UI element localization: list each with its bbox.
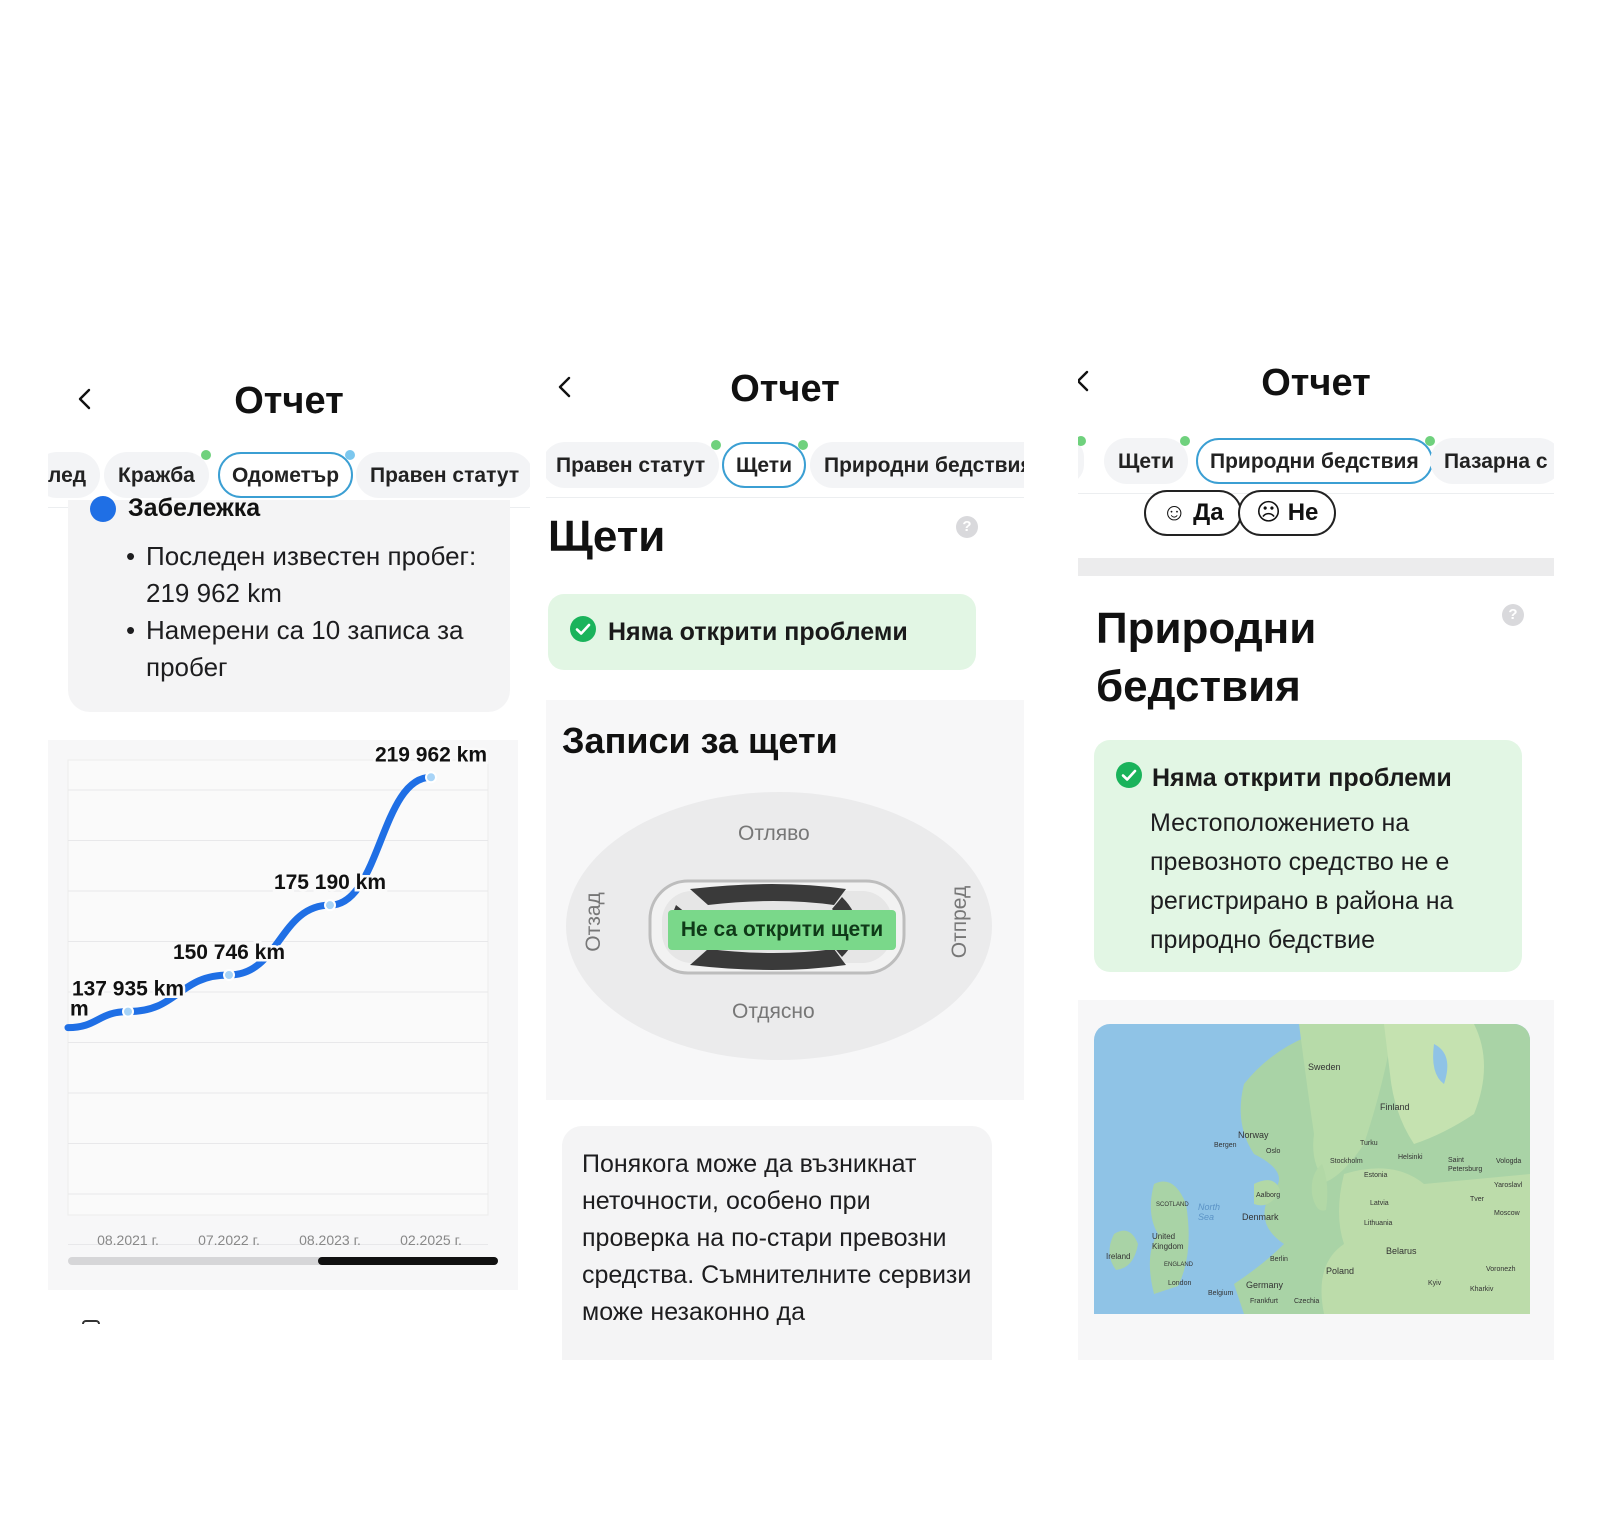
- status-box: Няма открити проблеми Местоположението н…: [1094, 740, 1522, 972]
- x-tick-label: 07.2022 г.: [198, 1232, 260, 1248]
- help-icon[interactable]: ?: [1502, 604, 1524, 626]
- chart-scrollbar[interactable]: [68, 1257, 498, 1265]
- mileage-chart[interactable]: 137 935 km 150 746 km 175 190 km 219 962 km…: [48, 740, 518, 1290]
- tab-damages[interactable]: Щети: [1104, 436, 1190, 484]
- damage-records: Записи за щети Отляво Отдясно Отзад Отпр…: [546, 700, 1024, 1100]
- status-box: Няма открити проблеми: [548, 594, 976, 670]
- status-text: Няма открити проблеми: [608, 618, 908, 646]
- status-dot: [1180, 436, 1190, 446]
- odometer-panel: Отчет лед Кражба Одометър Правен статут …: [48, 360, 530, 1360]
- list-item: Намерени са 10 записа за пробег: [126, 612, 496, 686]
- tab-odometer[interactable]: Одометър: [218, 450, 356, 498]
- disclaimer-text: Понякога може да възникнат неточности, о…: [582, 1150, 972, 1326]
- status-dot: [798, 440, 808, 450]
- tab-bar: т Щети Природни бедствия Пазарна с: [1078, 434, 1554, 494]
- no-button[interactable]: ☹ Не: [1238, 490, 1337, 536]
- status-dot: [1424, 436, 1435, 446]
- data-label: 150 746 km: [173, 941, 285, 964]
- header: Отчет: [1078, 360, 1554, 440]
- tab-legal-status[interactable]: Правен статут: [356, 452, 530, 498]
- side-rear-label: Отзад: [581, 892, 605, 952]
- section-divider: [1078, 558, 1554, 576]
- list-item: Последен известен пробег: 219 962 km: [126, 538, 496, 612]
- status-title: Няма открити проблеми: [1152, 764, 1452, 792]
- chart-scrollbar-thumb[interactable]: [318, 1257, 498, 1265]
- data-point: [122, 1005, 134, 1018]
- header: Отчет: [48, 360, 530, 440]
- section-title: Природни бедствия: [1096, 604, 1317, 711]
- map-section: Sweden Finland Norway Bergen Oslo Turku …: [1078, 1000, 1554, 1360]
- status-dot: [711, 440, 722, 450]
- note-card: Забележка Последен известен пробег: 219 …: [68, 494, 510, 712]
- side-front-label: Отпред: [948, 885, 972, 959]
- tab-natural-disasters[interactable]: Природни бедствия: [810, 442, 1024, 488]
- note-list: Последен известен пробег: 219 962 km Нам…: [126, 538, 496, 686]
- x-tick-label: 08.2021 г.: [97, 1232, 159, 1248]
- data-point: [425, 771, 437, 784]
- data-label-partial: m: [70, 998, 89, 1021]
- page-title: Отчет: [234, 380, 344, 422]
- records-title: Записи за щети: [562, 720, 838, 761]
- yes-button[interactable]: ☺ Да: [1144, 490, 1242, 536]
- data-label: 175 190 km: [274, 871, 386, 894]
- tab-legal-status[interactable]: Правен статут: [546, 440, 722, 488]
- side-left-label: Отляво: [738, 822, 810, 845]
- tab-natural-disasters[interactable]: Природни бедствия: [1196, 436, 1435, 484]
- natural-disasters-panel: Отчет т Щети Природни бедствия Пазарна с…: [1078, 360, 1554, 1360]
- note-title: Забележка: [90, 494, 260, 523]
- status-dot: [1078, 436, 1087, 446]
- section-title: Щети: [548, 512, 666, 561]
- data-point: [324, 899, 336, 912]
- data-point: [223, 969, 235, 982]
- tab-bar: Правен статут Щети Природни бедствия: [546, 438, 1024, 498]
- page-title: Отчет: [730, 368, 840, 410]
- header: Отчет: [546, 360, 1024, 440]
- x-tick-label: 08.2023 г.: [299, 1232, 361, 1248]
- status-dot: [345, 450, 356, 460]
- tab-legal-status[interactable]: т: [1078, 436, 1087, 484]
- side-right-label: Отдясно: [732, 1000, 815, 1023]
- data-label: 219 962 km: [375, 743, 487, 766]
- disclaimer-card: Понякога може да възникнат неточности, о…: [562, 1126, 992, 1360]
- europe-map[interactable]: Sweden Finland Norway Bergen Oslo Turku …: [1094, 1024, 1530, 1314]
- check-icon: [1116, 762, 1142, 788]
- tab-damages[interactable]: Щети: [722, 440, 808, 488]
- bottom-nav-icon: [82, 1320, 100, 1324]
- info-icon: [90, 495, 116, 522]
- page-title: Отчет: [1261, 362, 1371, 404]
- no-damage-badge: Не са открити щети: [668, 910, 896, 950]
- x-tick-label: 02.2025 г.: [400, 1232, 462, 1248]
- check-icon: [570, 616, 596, 642]
- chart-svg: 137 935 km 150 746 km 175 190 km 219 962 km…: [64, 741, 490, 1248]
- help-icon[interactable]: ?: [956, 516, 978, 538]
- tab-market-value[interactable]: Пазарна с: [1430, 438, 1554, 484]
- data-label: 137 935 km: [72, 978, 184, 1001]
- tab-theft[interactable]: Кражба: [104, 450, 211, 498]
- status-description: Местоположението на превозното средство …: [1150, 809, 1454, 954]
- damages-panel: Отчет Правен статут Щети Природни бедств…: [546, 360, 1024, 1360]
- tab-history[interactable]: лед: [48, 452, 101, 498]
- status-dot: [200, 450, 211, 460]
